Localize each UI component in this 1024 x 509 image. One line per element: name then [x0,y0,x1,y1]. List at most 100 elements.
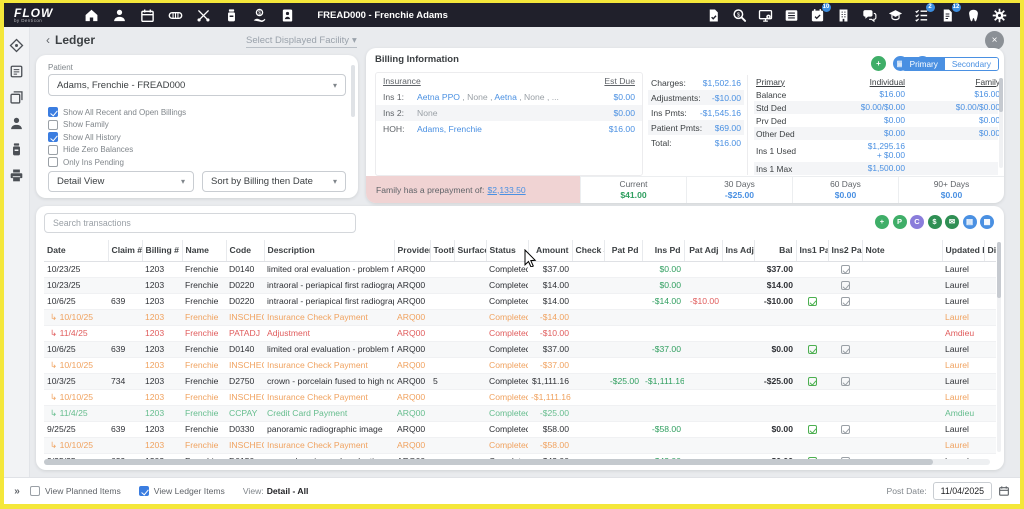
active-patient-label[interactable]: FREAD000 - Frenchie Adams [317,10,448,21]
worklist-icon[interactable]: 2 [913,7,930,24]
imaging-icon[interactable] [757,7,774,24]
col-header-provider[interactable]: Provider [394,240,430,261]
select-facility-link[interactable]: Select Displayed Facility▾ [246,35,357,48]
col-header-surface[interactable]: Surface [454,240,486,261]
reports-list-icon[interactable] [783,7,800,24]
settings-icon[interactable] [991,7,1008,24]
duplicate-icon[interactable] [9,89,25,105]
col-header-ins1[interactable]: Ins1 Paid [796,240,828,261]
col-header-patpd[interactable]: Pat Pd [604,240,642,261]
checkbox[interactable] [30,486,40,496]
chart-card-icon[interactable] [9,63,25,79]
procedures-icon[interactable] [195,7,212,24]
horizontal-scrollbar[interactable] [44,459,990,465]
transaction-row[interactable]: ↳ 10/10/251203FrenchieINSCHECKInsurance … [44,357,996,373]
home-icon[interactable] [83,7,100,24]
col-header-name[interactable]: Name [182,240,226,261]
col-header-status[interactable]: Status [486,240,528,261]
insurance-link[interactable]: Aetna [494,92,516,102]
col-header-bal[interactable]: Bal [754,240,796,261]
perio-chart-icon[interactable] [167,7,184,24]
ins1-paid-checkbox[interactable] [808,345,817,354]
claim-button[interactable]: C [910,215,924,229]
filter-option-0[interactable]: Show All Recent and Open Billings [48,107,186,117]
clinical-tooth-icon[interactable] [965,7,982,24]
transaction-row[interactable]: ↳ 11/4/251203FrenchiePATADJAdjustmentARQ… [44,325,996,341]
col-header-claim[interactable]: Claim # [108,240,142,261]
messages-icon[interactable] [861,7,878,24]
prepayment-amount-link[interactable]: $2,133.50 [487,185,525,195]
payments-icon[interactable]: $ [251,7,268,24]
col-header-code[interactable]: Code [226,240,264,261]
transaction-row[interactable]: ↳ 11/4/251203FrenchieCCPAYCredit Card Pa… [44,405,996,421]
view-mode-select[interactable]: Detail View ▾ [48,171,194,192]
ins1-paid-checkbox[interactable] [808,297,817,306]
transaction-row[interactable]: 10/23/251203FrenchieD0220intraoral - per… [44,277,996,293]
adjustment-button[interactable]: $ [928,215,942,229]
tasks-icon[interactable]: 10 [809,7,826,24]
filter-option-2[interactable]: Show All History [48,132,186,142]
col-header-inspd[interactable]: Ins Pd [642,240,684,261]
add-transaction-button[interactable]: + [875,215,889,229]
transaction-row[interactable]: ↳ 10/10/251203FrenchieINSCHECKInsurance … [44,389,996,405]
col-header-note[interactable]: Note [862,240,942,261]
ins2-paid-checkbox[interactable] [841,345,850,354]
col-header-date[interactable]: Date [44,240,108,261]
checkbox[interactable] [48,120,58,130]
schedule-icon[interactable] [139,7,156,24]
patient-panel-scrollbar[interactable] [351,65,355,117]
col-header-insadj[interactable]: Ins Adj [722,240,754,261]
col-header-di[interactable]: Di [984,240,996,261]
ins1-paid-checkbox[interactable] [808,425,817,434]
view-planned-items-checkbox[interactable]: View Planned Items [30,486,121,496]
notes-approve-icon[interactable] [705,7,722,24]
col-header-check[interactable]: Check # [572,240,604,261]
toggle-primary[interactable]: Primary [903,58,945,70]
ins2-paid-checkbox[interactable] [841,297,850,306]
checkbox[interactable] [48,132,58,142]
transaction-row[interactable]: 10/23/251203FrenchieD0140limited oral ev… [44,261,996,277]
print-icon[interactable] [9,167,25,183]
filter-option-1[interactable]: Show Family [48,120,186,130]
toggle-secondary[interactable]: Secondary [945,58,998,70]
patient-icon[interactable] [111,7,128,24]
checkbox[interactable] [48,145,58,155]
filter-option-4[interactable]: Only Ins Pending [48,157,186,167]
ins2-paid-checkbox[interactable] [841,281,850,290]
transaction-row[interactable]: 10/6/256391203FrenchieD0220intraoral - p… [44,293,996,309]
search-input[interactable] [44,213,356,233]
filter-option-3[interactable]: Hide Zero Balances [48,145,186,155]
col-header-desc[interactable]: Description [264,240,394,261]
expand-sidebar-icon[interactable]: » [4,486,30,497]
transaction-row[interactable]: 10/6/256391203FrenchieD0140limited oral … [44,341,996,357]
checkbox[interactable] [48,157,58,167]
col-header-amount[interactable]: Amount [528,240,572,261]
document-button[interactable]: ▤ [963,215,977,229]
back-chevron-icon[interactable]: ‹ [46,33,50,47]
transaction-row[interactable]: ↳ 10/10/251203FrenchieINSCHECKInsurance … [44,437,996,453]
col-header-updated[interactable]: Updated By [942,240,984,261]
vertical-scrollbar[interactable] [997,242,1001,452]
flow-logo[interactable]: FLOW by Denticon [14,7,53,24]
rx-bottle-icon[interactable] [9,141,25,157]
learning-icon[interactable] [887,7,904,24]
col-header-billing[interactable]: Billing # [142,240,182,261]
email-statement-button[interactable]: ✉ [945,215,959,229]
sort-select[interactable]: Sort by Billing then Date ▾ [202,171,346,192]
checkbox[interactable] [48,107,58,117]
insurance-link[interactable]: Aetna PPO [417,92,460,102]
print-button[interactable]: ▦ [980,215,994,229]
ins2-paid-checkbox[interactable] [841,425,850,434]
insurance-link[interactable]: Adams, Frenchie [417,124,482,134]
payment-button[interactable]: P [893,215,907,229]
col-header-tooth[interactable]: Tooth [430,240,454,261]
ins2-paid-checkbox[interactable] [841,377,850,386]
ins1-paid-checkbox[interactable] [808,377,817,386]
transaction-row[interactable]: 9/25/256391203FrenchieD0330panoramic rad… [44,421,996,437]
fee-search-icon[interactable]: $ [731,7,748,24]
post-date-input[interactable]: 11/04/2025 [933,482,992,500]
col-header-ins2[interactable]: Ins2 Paid [828,240,862,261]
breakdown-scrollbar[interactable] [999,78,1003,168]
quick-nav-icon[interactable] [9,37,25,53]
transaction-row[interactable]: ↳ 10/10/251203FrenchieINSCHECKInsurance … [44,309,996,325]
